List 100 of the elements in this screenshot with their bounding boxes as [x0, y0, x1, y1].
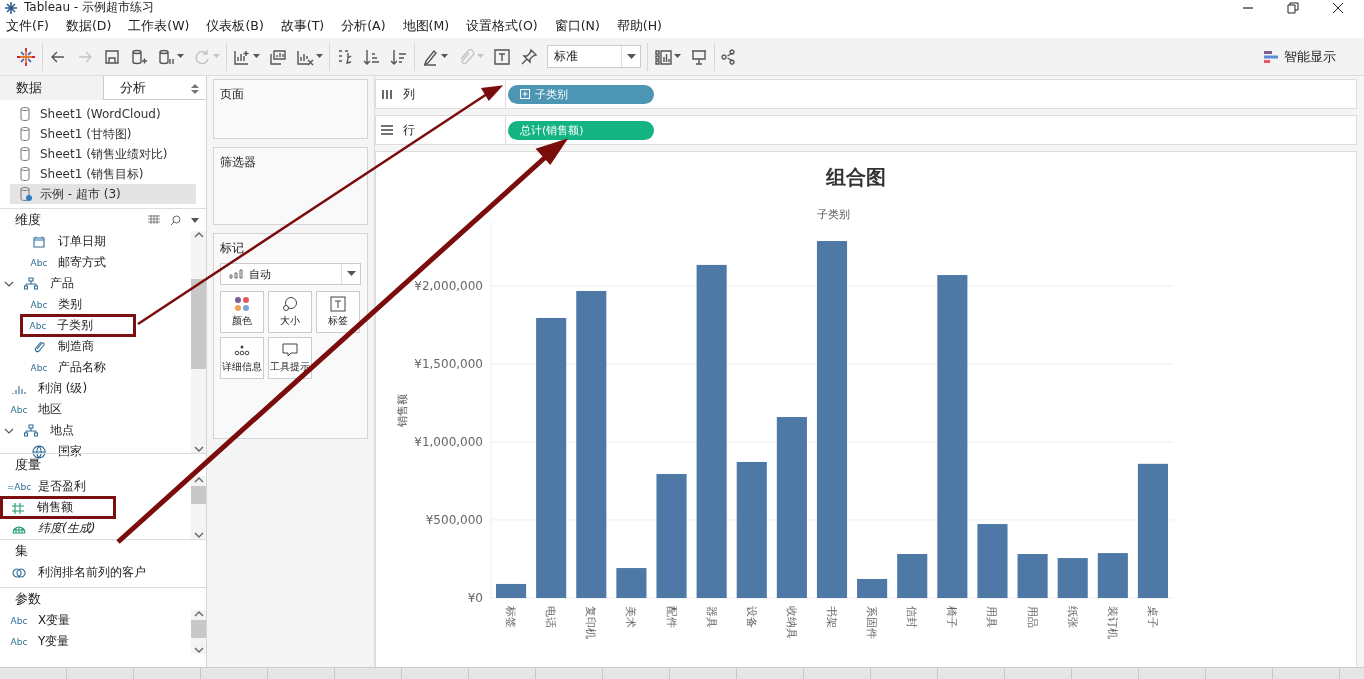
field-name[interactable]: 邮寄方式: [58, 254, 106, 271]
menu-item[interactable]: 工作表(W): [128, 18, 190, 35]
field-name[interactable]: 利润 (级): [38, 380, 88, 397]
data-source-item[interactable]: Sheet1 (甘特图): [10, 124, 196, 144]
show-me-button[interactable]: 智能显示: [1263, 47, 1336, 66]
field-name[interactable]: 地点: [50, 422, 74, 439]
field-name[interactable]: 地区: [38, 401, 62, 418]
data-source-item[interactable]: Sheet1 (销售目标): [10, 164, 196, 184]
field-name[interactable]: 利润排名前列的客户: [38, 564, 146, 581]
menu-item[interactable]: 窗口(N): [554, 18, 600, 35]
new-datasource-button[interactable]: [130, 47, 148, 66]
bar[interactable]: [496, 583, 527, 598]
field-name[interactable]: 产品名称: [58, 359, 106, 376]
field-name[interactable]: 类别: [58, 296, 82, 313]
section-title: 集: [15, 542, 28, 560]
field-name[interactable]: 子类别: [57, 317, 93, 334]
duplicate-button[interactable]: [269, 47, 287, 66]
data-source-item[interactable]: Sheet1 (销售业绩对比): [10, 144, 196, 164]
field-name[interactable]: 纬度(生成): [38, 520, 96, 537]
scroll-down-icon[interactable]: [193, 531, 204, 539]
caret-icon[interactable]: [177, 54, 184, 59]
caret-icon[interactable]: [316, 54, 323, 59]
category-label: 桌子: [1145, 606, 1159, 628]
pin-button[interactable]: [520, 47, 538, 66]
highlight-button[interactable]: [421, 47, 448, 66]
scroll-up-icon[interactable]: [193, 231, 204, 239]
menu-item[interactable]: 数据(D): [65, 18, 112, 35]
data-source-item[interactable]: 示例 - 超市 (3): [10, 184, 196, 204]
menu-item[interactable]: 文件(F): [6, 18, 49, 35]
field-name[interactable]: Y变量: [38, 633, 70, 650]
section-title: 度量: [15, 456, 41, 474]
bar[interactable]: [897, 554, 928, 598]
sort-asc-button[interactable]: [363, 47, 381, 66]
pane-tab[interactable]: 数据: [0, 76, 103, 100]
menu-item[interactable]: 地图(M): [402, 18, 450, 35]
close-icon[interactable]: [1332, 1, 1344, 14]
bar[interactable]: [1137, 463, 1168, 598]
bar[interactable]: [816, 241, 848, 598]
bar[interactable]: [1097, 553, 1128, 598]
field-name[interactable]: 销售额: [37, 499, 73, 516]
bar[interactable]: [776, 417, 807, 598]
scrollbar[interactable]: [191, 610, 206, 654]
pane-tab[interactable]: 分析: [102, 76, 206, 100]
caret-icon[interactable]: [674, 54, 681, 59]
shelf-label: 行: [403, 121, 415, 139]
bar[interactable]: [696, 264, 727, 598]
caret-icon[interactable]: [441, 54, 448, 59]
field-type-label: Abc: [10, 615, 28, 626]
pause-button[interactable]: [157, 47, 184, 66]
field-type-label: Abc: [29, 320, 47, 331]
field-name[interactable]: X变量: [38, 612, 71, 629]
bar[interactable]: [576, 290, 607, 598]
circles-icon: [282, 296, 298, 312]
menu-item[interactable]: 帮助(H): [616, 18, 662, 35]
caret-icon[interactable]: [346, 271, 356, 277]
menu-item[interactable]: 分析(A): [341, 18, 386, 35]
tableau-logo-icon[interactable]: [16, 46, 36, 67]
bar[interactable]: [736, 461, 767, 598]
field-name[interactable]: 订单日期: [58, 233, 106, 250]
show-cards-button[interactable]: [654, 47, 681, 66]
fit-dropdown[interactable]: 标准: [547, 45, 641, 68]
field-name[interactable]: 制造商: [58, 338, 94, 355]
bar[interactable]: [857, 578, 888, 598]
restore-icon[interactable]: [1287, 1, 1299, 14]
scroll-up-icon[interactable]: [193, 610, 204, 618]
sort-arrows-icon[interactable]: [191, 84, 199, 94]
bar[interactable]: [1057, 558, 1088, 598]
caret-icon[interactable]: [191, 217, 199, 223]
category-label: 器具: [704, 606, 718, 628]
scroll-down-icon[interactable]: [193, 445, 204, 453]
bar[interactable]: [937, 275, 968, 598]
label-mark-button[interactable]: 标签: [316, 291, 360, 333]
search-icon[interactable]: [170, 214, 181, 226]
caret-icon[interactable]: [626, 53, 636, 60]
menu-item[interactable]: 仪表板(B): [206, 18, 264, 35]
sort-desc-button[interactable]: [390, 47, 408, 66]
menu-item[interactable]: 设置格式(O): [466, 18, 538, 35]
swap-button[interactable]: [336, 47, 354, 66]
presentation-button[interactable]: [690, 47, 708, 66]
scroll-down-icon[interactable]: [193, 646, 204, 654]
detail-mark-button[interactable]: 详细信息: [220, 337, 264, 379]
size-mark-button[interactable]: 大小: [268, 291, 312, 333]
text-button[interactable]: [493, 47, 511, 66]
scrollbar[interactable]: [191, 231, 206, 453]
expand-icon[interactable]: [520, 89, 530, 99]
list-view-icon[interactable]: [148, 215, 160, 225]
scrollbar[interactable]: [191, 476, 206, 539]
menu-item[interactable]: 故事(T): [280, 18, 325, 35]
axis-tick-label: ¥1,500,000: [414, 357, 483, 371]
data-source-item[interactable]: Sheet1 (WordCloud): [10, 104, 196, 124]
bar[interactable]: [536, 317, 567, 598]
field-name[interactable]: 是否盈利: [38, 478, 86, 495]
axis-title: 销售额: [396, 393, 409, 427]
save-button[interactable]: [103, 47, 121, 66]
color-mark-button[interactable]: 颜色: [220, 291, 264, 333]
mark-type-dropdown[interactable]: 自动: [220, 263, 361, 285]
field-name[interactable]: 产品: [50, 275, 74, 292]
caret-icon[interactable]: [253, 54, 260, 59]
card-title: 标记: [220, 240, 244, 257]
axis-tick-label: ¥2,000,000: [414, 278, 483, 293]
